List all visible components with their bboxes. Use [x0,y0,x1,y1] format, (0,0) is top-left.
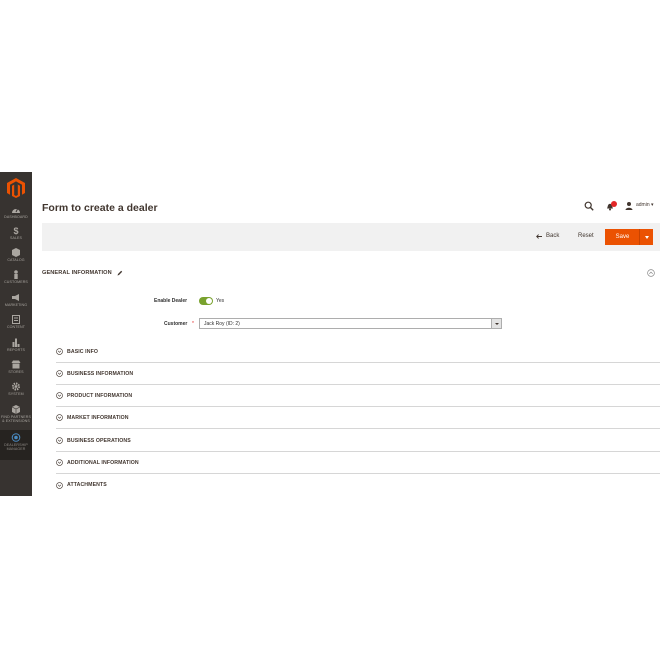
sidebar-item-find-partners[interactable]: Find Partners & Extensions [0,405,32,423]
fieldset-title: ADDITIONAL INFORMATION [67,459,139,466]
sidebar-item-dealership-manager[interactable]: Dealership Manager [0,430,32,460]
sidebar-item-label: Sales [9,236,23,240]
admin-user-menu[interactable]: admin ▾ [636,202,654,208]
chevron-down-icon [494,322,499,325]
sidebar-item-label: Manager [6,447,26,452]
section-title: GENERAL INFORMATION [42,270,112,276]
bar-chart-icon [12,338,20,347]
sidebar-item-reports[interactable]: Reports [0,338,32,352]
back-button-label: Back [546,233,560,239]
sidebar-item-label: Marketing [4,303,28,307]
fieldset-title: PRODUCT INFORMATION [67,392,133,399]
content-icon [12,315,20,324]
enable-dealer-value: Yes [216,298,225,304]
expand-icon [56,370,63,377]
expand-icon [56,481,63,489]
fieldset-product-information[interactable]: PRODUCT INFORMATION [56,385,660,407]
save-button-label: Save [615,234,630,240]
sidebar-item-content[interactable]: Content [0,315,32,329]
sidebar-item-label: Catalog [7,258,25,262]
sidebar-item-label: Content [6,325,26,329]
sidebar-item-stores[interactable]: Stores [0,360,32,374]
expand-icon [56,348,63,355]
fieldset-title: ATTACHMENTS [67,482,107,488]
fieldset-business-information[interactable]: BUSINESS INFORMATION [56,363,660,385]
sidebar-item-label: Customers [4,280,28,284]
search-icon[interactable] [584,201,594,211]
person-icon [14,270,18,279]
enable-dealer-toggle[interactable] [199,297,213,305]
magento-logo-icon[interactable] [7,178,25,198]
save-options-toggle[interactable] [639,229,653,245]
sidebar-item-customers[interactable]: Customers [0,270,32,284]
expand-icon [56,459,63,466]
fieldset-title: BUSINESS INFORMATION [67,370,134,377]
fieldset-additional-information[interactable]: ADDITIONAL INFORMATION [56,452,660,474]
expand-icon [56,414,63,421]
customer-label: Customer [164,321,188,327]
sidebar-item-label: Dashboard [4,215,28,219]
admin-username: admin [636,202,650,208]
select-arrow[interactable] [491,319,501,328]
dashboard-icon [12,207,20,213]
pencil-icon[interactable] [117,270,123,276]
page-title: Form to create a dealer [42,202,158,214]
sidebar-item-marketing[interactable]: Marketing [0,293,32,307]
notification-badge[interactable] [611,201,617,207]
sidebar-item-catalog[interactable]: Catalog [0,248,32,262]
arrow-left-icon [536,233,542,239]
svg-text:$: $ [13,226,18,235]
customer-select-value: Jack Roy (ID: 2) [204,321,240,327]
user-icon[interactable] [624,201,634,211]
page-actions-bar: Back Reset Save [42,223,660,251]
required-asterisk: * [192,321,194,327]
collapse-icon[interactable] [647,269,655,277]
sidebar-item-label: System [8,392,24,396]
customer-select[interactable]: Jack Roy (ID: 2) [199,318,502,329]
admin-frame: Dashboard $ Sales Catalog Customers Mark… [0,172,670,498]
fieldset-title: MARKET INFORMATION [67,414,129,421]
enable-dealer-label: Enable Dealer [154,298,188,304]
sidebar-item-label: & Extensions [2,419,30,424]
fieldset-basic-info[interactable]: BASIC INFO [56,341,660,363]
fieldset-attachments[interactable]: ATTACHMENTS [56,474,660,496]
chevron-down-icon [644,235,649,239]
reset-button[interactable]: Reset [578,233,594,239]
general-information-header: GENERAL INFORMATION [42,270,123,276]
expand-icon [56,437,63,444]
sidebar-item-label: Stores [8,370,24,374]
fieldset-business-operations[interactable]: BUSINESS OPERATIONS [56,430,660,452]
globe-icon [11,433,21,442]
back-button[interactable]: Back [536,233,559,239]
sidebar: Dashboard $ Sales Catalog Customers Mark… [0,172,32,496]
sidebar-item-label: Reports [6,348,25,352]
dollar-icon: $ [13,226,18,235]
gear-icon [12,382,20,391]
sidebar-item-sales[interactable]: $ Sales [0,226,32,240]
expand-icon [56,392,63,399]
sidebar-item-system[interactable]: System [0,382,32,396]
fieldset-title: BASIC INFO [67,348,98,355]
megaphone-icon [12,294,19,301]
fieldset-title: BUSINESS OPERATIONS [67,437,131,444]
cube-icon [11,405,21,414]
fieldset-market-information[interactable]: MARKET INFORMATION [56,407,660,429]
save-button[interactable]: Save [605,229,653,245]
sidebar-item-dashboard[interactable]: Dashboard [0,205,32,219]
box-icon [12,248,20,257]
store-icon [11,360,21,369]
